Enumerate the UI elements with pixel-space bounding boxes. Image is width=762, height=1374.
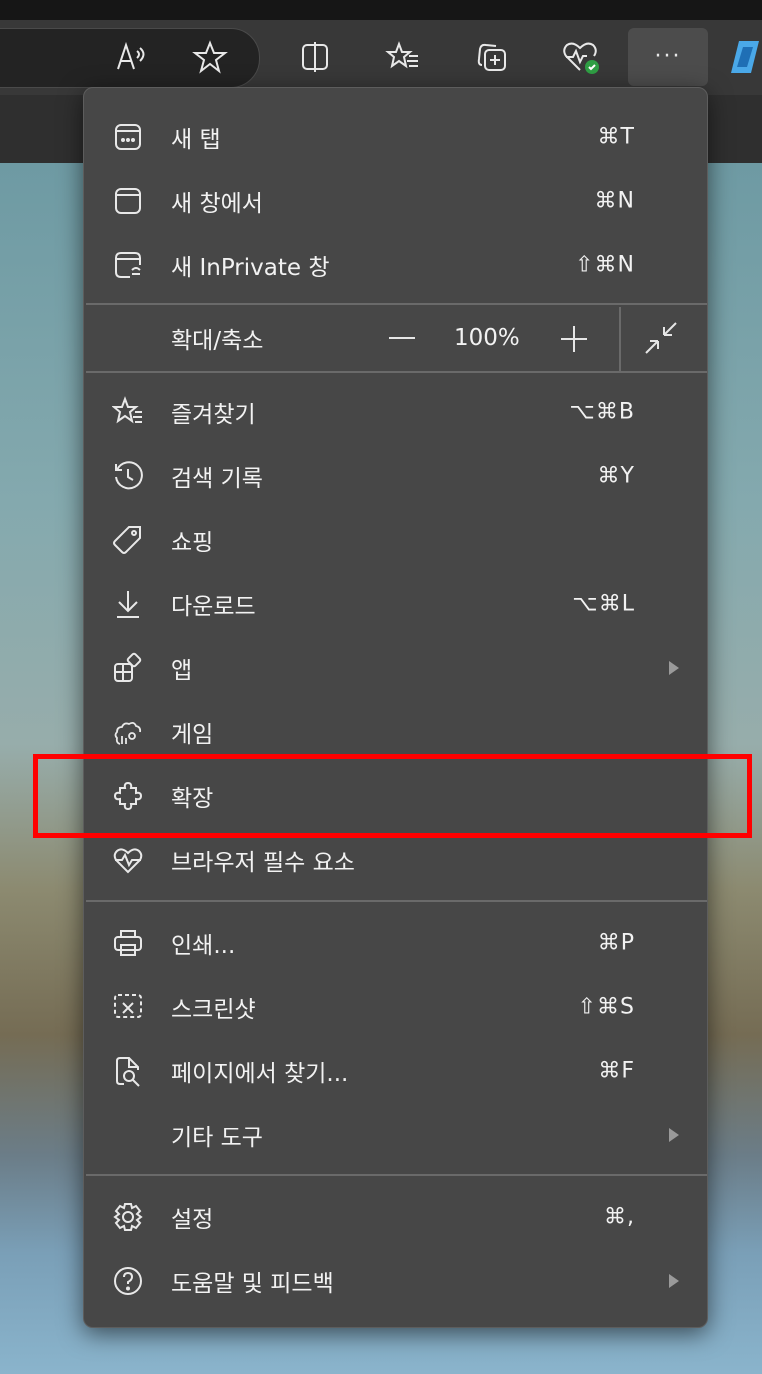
menu-item-label: 검색 기록 (171, 466, 263, 492)
copilot-icon[interactable] (725, 35, 762, 79)
download-icon (117, 591, 139, 618)
zoom-in-button[interactable] (560, 325, 588, 353)
menu-item-label: 기타 도구 (171, 1125, 263, 1151)
submenu-arrow-icon (669, 1274, 679, 1288)
menu-item-more-tools[interactable]: 기타 도구 (84, 1103, 707, 1167)
browser-essentials-icon[interactable] (558, 35, 602, 79)
menu-item-label: 즐겨찾기 (171, 402, 256, 428)
menu-item-apps[interactable]: 앱 (84, 636, 707, 700)
menu-item-label: 앱 (171, 658, 193, 684)
inprivate-icon (115, 252, 141, 278)
shopping-tag-icon (113, 526, 141, 554)
highlight-box (33, 754, 752, 838)
shortcut: ⌘T (597, 124, 635, 150)
zoom-out-button[interactable] (389, 337, 415, 339)
menu-item-help[interactable]: 도움말 및 피드백 (84, 1249, 707, 1313)
title-strip (0, 0, 762, 20)
games-icon (114, 721, 142, 745)
menu-item-label: 스크린샷 (171, 997, 256, 1023)
menu-item-inprivate[interactable]: 새 InPrivate 창 ⇧⌘N (84, 233, 707, 297)
shortcut: ⌥⌘B (569, 399, 635, 425)
shortcut: ⌥⌘L (572, 591, 635, 617)
help-icon (114, 1267, 142, 1295)
submenu-arrow-icon (669, 1128, 679, 1142)
menu-item-screenshot[interactable]: 스크린샷 ⇧⌘S (84, 975, 707, 1039)
split-screen-icon[interactable] (293, 35, 337, 79)
full-screen-icon[interactable] (644, 321, 678, 355)
menu-item-downloads[interactable]: 다운로드 ⌥⌘L (84, 572, 707, 636)
zoom-value: 100% (454, 325, 520, 351)
menu-item-label: 인쇄... (171, 933, 236, 959)
menu-item-label: 쇼핑 (171, 530, 214, 556)
more-icon[interactable]: ··· (628, 28, 708, 86)
apps-icon (114, 652, 142, 682)
favorites-icon (112, 396, 142, 424)
window-icon (115, 188, 141, 214)
menu-item-label: 페이지에서 찾기... (171, 1061, 349, 1087)
menu-item-print[interactable]: 인쇄... ⌘P (84, 911, 707, 975)
menu-item-label: 브라우저 필수 요소 (171, 850, 355, 876)
menu-item-find-on-page[interactable]: 페이지에서 찾기... ⌘F (84, 1039, 707, 1103)
menu-item-new-tab[interactable]: 새 탭 ⌘T (84, 105, 707, 169)
favorites-icon[interactable] (381, 35, 425, 79)
menu-item-label: 새 창에서 (171, 191, 263, 217)
menu-item-history[interactable]: 검색 기록 ⌘Y (84, 444, 707, 508)
settings-menu: 새 탭 ⌘T 새 창에서 ⌘N 새 InPrivate 창 ⇧⌘N 확대/축소 … (83, 87, 708, 1328)
menu-item-label: 설정 (171, 1207, 214, 1233)
zoom-label: 확대/축소 (171, 328, 264, 354)
zoom-divider (619, 307, 621, 371)
separator (86, 1174, 707, 1176)
print-icon (114, 930, 142, 956)
menu-item-label: 다운로드 (171, 594, 256, 620)
separator (86, 900, 707, 902)
read-aloud-icon[interactable] (108, 35, 152, 79)
shortcut: ⌘, (604, 1204, 635, 1230)
menu-item-label: 도움말 및 피드백 (171, 1271, 334, 1297)
menu-item-label: 새 InPrivate 창 (171, 255, 330, 281)
new-tab-icon (115, 124, 141, 150)
menu-item-shopping[interactable]: 쇼핑 (84, 508, 707, 572)
shortcut: ⌘Y (597, 463, 635, 489)
history-icon (115, 461, 143, 490)
menu-item-label: 게임 (171, 722, 214, 748)
shortcut: ⌘P (597, 930, 635, 956)
submenu-arrow-icon (669, 661, 679, 675)
shortcut: ⇧⌘S (577, 994, 635, 1020)
gear-icon (113, 1203, 143, 1231)
menu-item-new-window[interactable]: 새 창에서 ⌘N (84, 169, 707, 233)
menu-item-settings[interactable]: 설정 ⌘, (84, 1185, 707, 1249)
favorite-star-icon[interactable] (188, 35, 232, 79)
shortcut: ⇧⌘N (575, 252, 635, 278)
find-on-page-icon (116, 1057, 140, 1087)
screenshot-icon (114, 994, 142, 1018)
collections-icon[interactable] (470, 35, 514, 79)
menu-item-favorites[interactable]: 즐겨찾기 ⌥⌘B (84, 380, 707, 444)
shortcut: ⌘N (594, 188, 635, 214)
menu-item-label: 새 탭 (171, 127, 221, 153)
separator (86, 371, 707, 373)
zoom-row: 확대/축소 100% (84, 305, 707, 371)
shortcut: ⌘F (598, 1058, 635, 1084)
browser-essentials-icon (113, 848, 143, 874)
